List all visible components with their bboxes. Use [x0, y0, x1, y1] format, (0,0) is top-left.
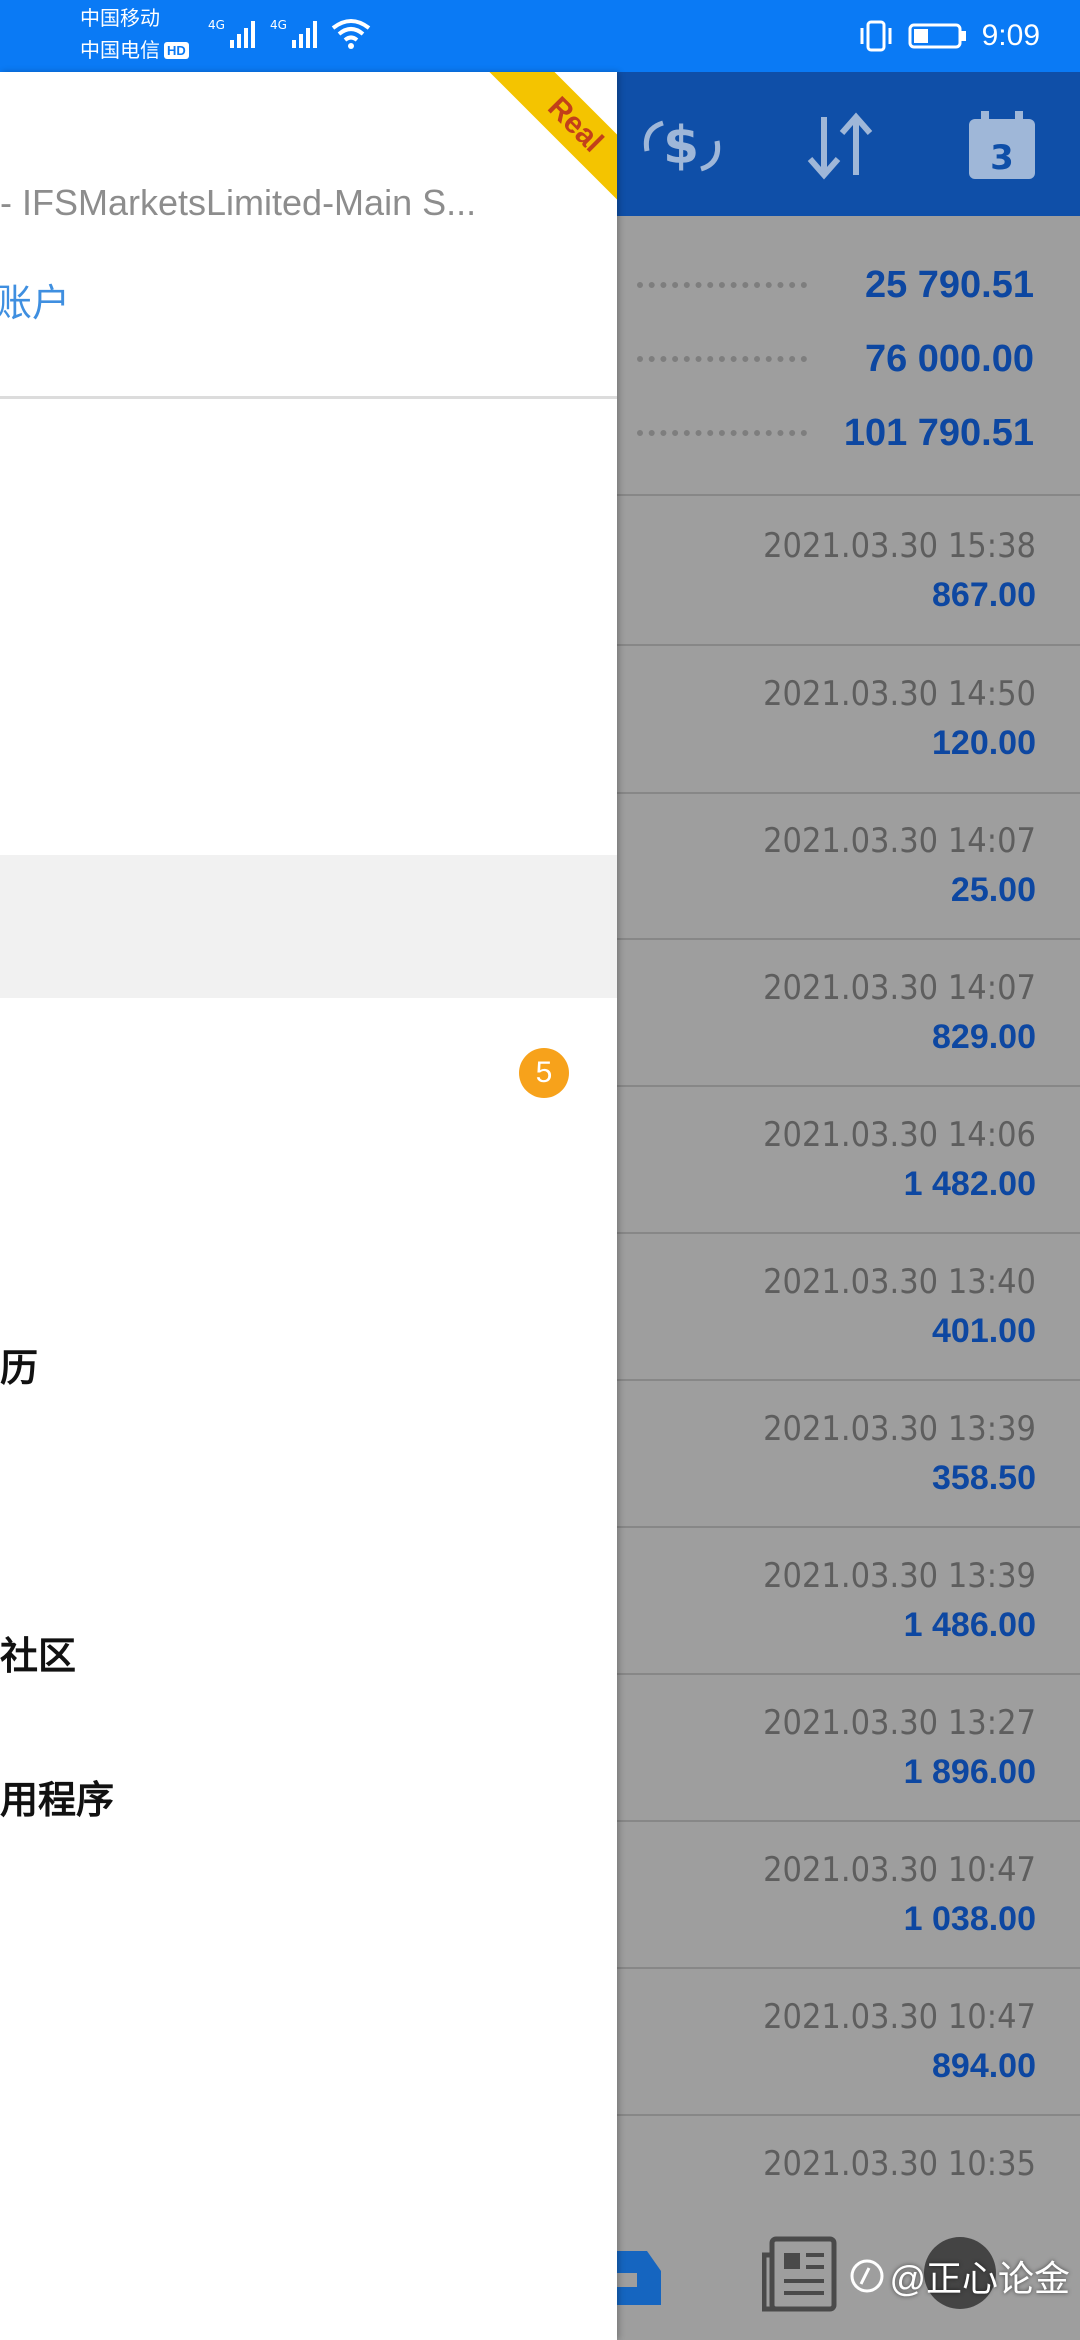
- deal-time: 2021.03.30 13:39: [763, 1556, 1036, 1596]
- deal-time: 2021.03.30 15:38: [763, 526, 1036, 566]
- deal-row[interactable]: 2021.03.30 15:38 867.00: [617, 496, 1080, 643]
- summary-row: 25 790.51: [617, 252, 1080, 326]
- deal-row[interactable]: 2021.03.30 10:47 1 038.00: [617, 1820, 1080, 1967]
- trade-history-panel: 25 790.51 76 000.00 101 790.51 2021.03.3…: [617, 216, 1080, 2340]
- leader-dots: [637, 430, 807, 436]
- account-server: - IFSMarketsLimited-Main S...: [0, 182, 477, 223]
- signal-icon-1: 4G: [208, 18, 255, 48]
- deal-time: 2021.03.30 13:27: [763, 1703, 1036, 1743]
- deal-row[interactable]: 2021.03.30 13:39 1 486.00: [617, 1526, 1080, 1673]
- deal-amount: 867.00: [932, 576, 1036, 614]
- currency-exchange-button[interactable]: $: [637, 106, 727, 186]
- svg-text:$: $: [663, 116, 699, 176]
- battery-icon: [908, 23, 966, 49]
- deal-amount: 1 038.00: [903, 1900, 1036, 1938]
- deal-row[interactable]: 2021.03.30 13:40 401.00: [617, 1232, 1080, 1379]
- news-icon[interactable]: [762, 2235, 840, 2313]
- deal-amount: 25.00: [950, 871, 1036, 909]
- status-bar: 中国移动 中国电信 HD 4G 4G 9:09: [0, 0, 1080, 72]
- selected-menu-item[interactable]: [0, 855, 617, 998]
- deal-time: 2021.03.30 14:07: [763, 968, 1036, 1008]
- leader-dots: [637, 356, 807, 362]
- leader-dots: [637, 282, 807, 288]
- deal-row[interactable]: 2021.03.30 13:39 358.50: [617, 1379, 1080, 1526]
- carrier-secondary-label: 中国电信: [80, 40, 160, 62]
- calendar-button[interactable]: 3: [957, 106, 1047, 186]
- network-label-2: 4G: [270, 18, 287, 32]
- deal-row[interactable]: 2021.03.30 14:07 829.00: [617, 938, 1080, 1085]
- deal-amount: 1 482.00: [903, 1165, 1036, 1203]
- deal-amount: 829.00: [932, 1018, 1036, 1056]
- deal-amount: 401.00: [932, 1312, 1036, 1350]
- app-toolbar: $ 3: [617, 72, 1080, 216]
- drawer-divider: [0, 396, 617, 399]
- deal-amount: 358.50: [932, 1459, 1036, 1497]
- mailbox-icon[interactable]: [617, 2243, 667, 2313]
- notification-badge: 5: [519, 1048, 569, 1098]
- calendar-icon: 3: [969, 111, 1035, 179]
- summary-value: 76 000.00: [864, 338, 1034, 380]
- deal-time: 2021.03.30 10:47: [763, 1997, 1036, 2037]
- deal-row[interactable]: 2021.03.30 14:50 120.00: [617, 644, 1080, 791]
- deal-amount: 1 486.00: [903, 1606, 1036, 1644]
- deal-row[interactable]: 2021.03.30 13:27 1 896.00: [617, 1673, 1080, 1820]
- currency-exchange-icon: $: [643, 116, 721, 176]
- deal-time: 2021.03.30 14:06: [763, 1115, 1036, 1155]
- menu-item-calendar[interactable]: 历: [0, 1337, 38, 1392]
- deal-amount: 120.00: [932, 724, 1036, 762]
- deal-row[interactable]: 2021.03.30 10:47 894.00: [617, 1967, 1080, 2114]
- deal-time: 2021.03.30 10:47: [763, 1850, 1036, 1890]
- signal-icon-2: 4G: [270, 18, 317, 48]
- vibrate-icon: [860, 20, 892, 52]
- summary-value: 101 790.51: [843, 412, 1034, 454]
- manage-accounts-link[interactable]: 账户: [0, 272, 70, 327]
- deal-row[interactable]: 2021.03.30 14:06 1 482.00: [617, 1085, 1080, 1232]
- deal-amount: 1 896.00: [903, 1753, 1036, 1791]
- deal-time: 2021.03.30 14:07: [763, 821, 1036, 861]
- hd-badge: HD: [164, 42, 189, 59]
- real-account-ribbon: Real: [484, 72, 617, 216]
- deal-time: 2021.03.30 14:50: [763, 674, 1036, 714]
- navigation-drawer: Real - IFSMarketsLimited-Main S... 账户 5 …: [0, 72, 617, 2340]
- watermark-text: @正心论金: [889, 2258, 1070, 2299]
- summary-row: 101 790.51: [617, 400, 1080, 474]
- watermark-logo-icon: [850, 2259, 884, 2293]
- clock: 9:09: [981, 19, 1040, 52]
- deal-amount: 894.00: [932, 2047, 1036, 2085]
- summary-value: 25 790.51: [864, 264, 1034, 306]
- deal-time: 2021.03.30 13:40: [763, 1262, 1036, 1302]
- deal-row[interactable]: 2021.03.30 14:07 25.00: [617, 791, 1080, 938]
- menu-item-community[interactable]: 社区: [0, 1625, 76, 1680]
- watermark: @正心论金: [849, 2250, 1070, 2302]
- sort-icon: [807, 112, 873, 180]
- summary-row: 76 000.00: [617, 326, 1080, 400]
- calendar-day: 3: [990, 138, 1014, 178]
- network-label-1: 4G: [208, 18, 225, 32]
- sort-button[interactable]: [795, 106, 885, 186]
- carrier-secondary: 中国电信 HD: [80, 38, 189, 64]
- deal-time: 2021.03.30 13:39: [763, 1409, 1036, 1449]
- deal-time: 2021.03.30 10:35: [763, 2144, 1036, 2184]
- menu-item-apps[interactable]: 用程序: [0, 1769, 114, 1824]
- wifi-icon: [331, 19, 371, 49]
- carrier-primary: 中国移动: [80, 8, 160, 30]
